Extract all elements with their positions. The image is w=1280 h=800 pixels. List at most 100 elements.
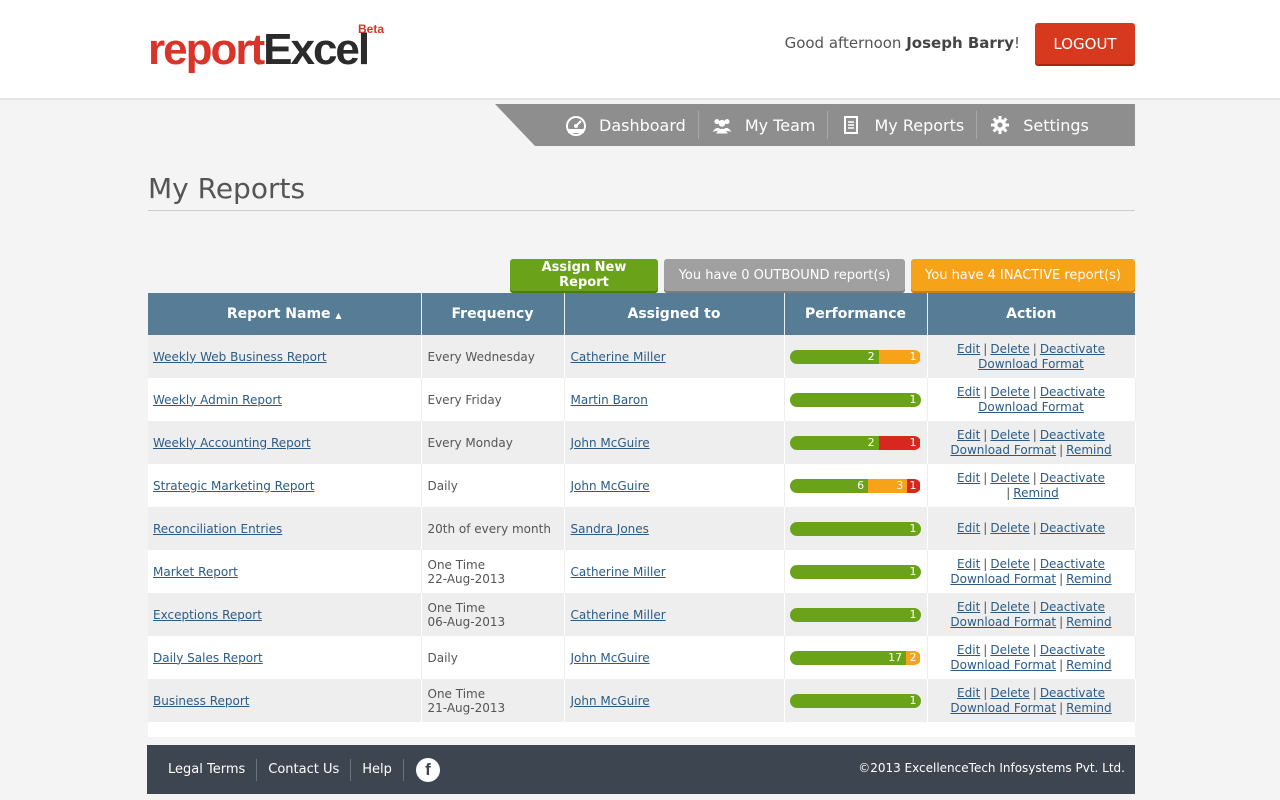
download-format-link[interactable]: Download Format xyxy=(950,701,1056,715)
edit-link[interactable]: Edit xyxy=(957,600,980,614)
edit-link[interactable]: Edit xyxy=(957,521,980,535)
performance-bar: 21 xyxy=(789,349,921,364)
copyright: ©2013 ExcellenceTech Infosystems Pvt. Lt… xyxy=(858,761,1125,775)
delete-link[interactable]: Delete xyxy=(990,643,1029,657)
download-format-link[interactable]: Download Format xyxy=(950,572,1056,586)
assign-new-report-button[interactable]: Assign New Report xyxy=(510,259,658,291)
nav-item-settings[interactable]: Settings xyxy=(977,111,1101,139)
cell-frequency: Daily xyxy=(421,464,565,507)
action-separator: | xyxy=(1032,341,1037,356)
report-name-link[interactable]: Market Report xyxy=(153,565,238,579)
download-format-link[interactable]: Download Format xyxy=(950,658,1056,672)
nav-item-my-team[interactable]: My Team xyxy=(699,111,829,139)
footer-link-help[interactable]: Help xyxy=(351,758,404,781)
action-line: Edit | Delete | Deactivate | Remind xyxy=(933,471,1130,501)
deactivate-link[interactable]: Deactivate xyxy=(1040,342,1105,356)
action-separator: | xyxy=(983,599,988,614)
action-line: Edit | Delete | Deactivate xyxy=(933,643,1130,658)
report-name-link[interactable]: Daily Sales Report xyxy=(153,651,263,665)
delete-link[interactable]: Delete xyxy=(990,557,1029,571)
cell-report-name: Exceptions Report xyxy=(148,593,422,636)
cell-report-name: Reconciliation Entries xyxy=(148,507,422,550)
column-header-performance[interactable]: Performance xyxy=(784,293,928,335)
delete-link[interactable]: Delete xyxy=(990,521,1029,535)
remind-link[interactable]: Remind xyxy=(1066,572,1111,586)
deactivate-link[interactable]: Deactivate xyxy=(1040,428,1105,442)
assignee-link[interactable]: Catherine Miller xyxy=(571,565,666,579)
logout-button[interactable]: LOGOUT xyxy=(1035,23,1135,64)
remind-link[interactable]: Remind xyxy=(1013,486,1058,500)
report-name-link[interactable]: Weekly Admin Report xyxy=(153,393,282,407)
column-header-report-name[interactable]: Report Name ▲ xyxy=(148,293,422,335)
report-name-link[interactable]: Exceptions Report xyxy=(153,608,262,622)
edit-link[interactable]: Edit xyxy=(957,471,980,485)
report-name-link[interactable]: Strategic Marketing Report xyxy=(153,479,314,493)
footer-link-contact-us[interactable]: Contact Us xyxy=(257,758,352,781)
column-header-assigned-to[interactable]: Assigned to xyxy=(564,293,785,335)
delete-link[interactable]: Delete xyxy=(990,385,1029,399)
cell-frequency: One Time 22-Aug-2013 xyxy=(421,550,565,593)
report-name-link[interactable]: Weekly Accounting Report xyxy=(153,436,311,450)
column-header-frequency[interactable]: Frequency xyxy=(421,293,565,335)
download-format-link[interactable]: Download Format xyxy=(978,357,1084,371)
performance-bar: 1 xyxy=(789,564,921,579)
nav-item-my-reports[interactable]: My Reports xyxy=(828,111,978,139)
edit-link[interactable]: Edit xyxy=(957,557,980,571)
assignee-link[interactable]: John McGuire xyxy=(571,651,650,665)
remind-link[interactable]: Remind xyxy=(1066,443,1111,457)
logo[interactable]: reportExcel Beta xyxy=(148,22,384,78)
edit-link[interactable]: Edit xyxy=(957,342,980,356)
report-name-link[interactable]: Weekly Web Business Report xyxy=(153,350,327,364)
assignee-link[interactable]: Catherine Miller xyxy=(571,350,666,364)
delete-link[interactable]: Delete xyxy=(990,342,1029,356)
edit-link[interactable]: Edit xyxy=(957,686,980,700)
performance-segment: 1 xyxy=(789,693,921,708)
assignee-link[interactable]: John McGuire xyxy=(571,694,650,708)
delete-link[interactable]: Delete xyxy=(990,428,1029,442)
reports-icon xyxy=(844,116,859,134)
action-separator: | xyxy=(1059,571,1064,586)
remind-link[interactable]: Remind xyxy=(1066,658,1111,672)
assignee-link[interactable]: Sandra Jones xyxy=(571,522,649,536)
cell-performance: 1 xyxy=(784,679,928,722)
inactive-reports-button[interactable]: You have 4 INACTIVE report(s) xyxy=(911,259,1135,291)
cell-report-name: Business Report xyxy=(148,679,422,722)
report-name-link[interactable]: Reconciliation Entries xyxy=(153,522,282,536)
action-separator: | xyxy=(1032,427,1037,442)
deactivate-link[interactable]: Deactivate xyxy=(1040,600,1105,614)
edit-link[interactable]: Edit xyxy=(957,643,980,657)
report-name-link[interactable]: Business Report xyxy=(153,694,250,708)
deactivate-link[interactable]: Deactivate xyxy=(1040,385,1105,399)
frequency-text: One Time xyxy=(427,686,486,701)
outbound-reports-button[interactable]: You have 0 OUTBOUND report(s) xyxy=(664,259,905,291)
assignee-link[interactable]: Catherine Miller xyxy=(571,608,666,622)
frequency-date: 06-Aug-2013 xyxy=(427,614,506,629)
delete-link[interactable]: Delete xyxy=(990,686,1029,700)
title-divider xyxy=(148,210,1135,211)
deactivate-link[interactable]: Deactivate xyxy=(1040,686,1105,700)
table-row: Reconciliation Entries 20th of every mont… xyxy=(148,507,1136,550)
download-format-link[interactable]: Download Format xyxy=(978,400,1084,414)
delete-link[interactable]: Delete xyxy=(990,600,1029,614)
deactivate-link[interactable]: Deactivate xyxy=(1040,471,1105,485)
assignee-link[interactable]: John McGuire xyxy=(571,436,650,450)
assignee-link[interactable]: Martin Baron xyxy=(571,393,648,407)
performance-bar: 1 xyxy=(789,607,921,622)
deactivate-link[interactable]: Deactivate xyxy=(1040,643,1105,657)
nav-item-dashboard[interactable]: Dashboard xyxy=(553,111,699,139)
column-header-action: Action xyxy=(927,293,1135,335)
edit-link[interactable]: Edit xyxy=(957,385,980,399)
assignee-link[interactable]: John McGuire xyxy=(571,479,650,493)
download-format-link[interactable]: Download Format xyxy=(950,443,1056,457)
remind-link[interactable]: Remind xyxy=(1066,701,1111,715)
remind-link[interactable]: Remind xyxy=(1066,615,1111,629)
facebook-icon[interactable]: f xyxy=(415,757,440,782)
edit-link[interactable]: Edit xyxy=(957,428,980,442)
footer-link-legal-terms[interactable]: Legal Terms xyxy=(157,758,258,781)
download-format-link[interactable]: Download Format xyxy=(950,615,1056,629)
action-line: Edit | Delete | Deactivate xyxy=(933,428,1130,443)
deactivate-link[interactable]: Deactivate xyxy=(1040,521,1105,535)
cell-action: Edit | Delete | Deactivate Download Format | Re… xyxy=(927,550,1136,593)
deactivate-link[interactable]: Deactivate xyxy=(1040,557,1105,571)
delete-link[interactable]: Delete xyxy=(990,471,1029,485)
